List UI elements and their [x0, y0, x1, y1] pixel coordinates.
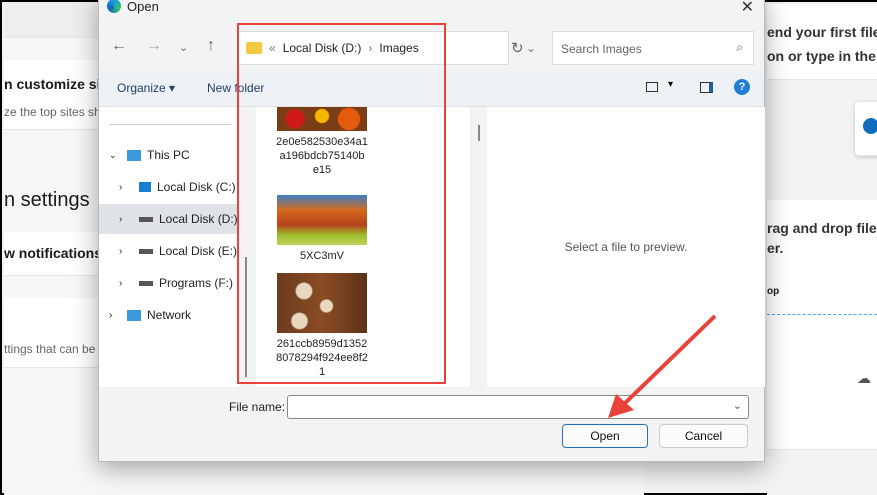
- section-title: n settings: [4, 189, 90, 211]
- preview-pane-icon[interactable]: [700, 82, 713, 93]
- file-name-dropdown-icon[interactable]: ⌄: [733, 399, 742, 412]
- tree-label: Local Disk (D:): [159, 212, 238, 226]
- cancel-button[interactable]: Cancel: [659, 424, 748, 448]
- network-icon: [127, 309, 141, 321]
- text: er.: [767, 240, 784, 256]
- organize-label: Organize: [117, 81, 166, 95]
- drive-icon: [139, 280, 153, 286]
- navigation-tree: ⌄ This PC › Local Disk (C:) › Local Disk (D…: [99, 107, 247, 387]
- divider: [109, 124, 231, 125]
- right-panel: end your first file on or type in the ra…: [767, 4, 877, 495]
- view-icon[interactable]: [646, 82, 658, 92]
- card: [767, 4, 877, 80]
- description: ze the top sites sho: [4, 105, 108, 119]
- tree-item-local-disk-e[interactable]: › Local Disk (E:): [99, 236, 239, 266]
- open-button[interactable]: Open: [562, 424, 648, 448]
- tree-item-network[interactable]: › Network: [99, 300, 239, 330]
- close-icon[interactable]: ✕: [741, 0, 754, 17]
- file-list-scrollbar[interactable]: [478, 125, 480, 141]
- notifications-label[interactable]: w notifications: [4, 245, 102, 261]
- plus-icon: [863, 118, 877, 134]
- forward-icon[interactable]: →: [146, 37, 162, 55]
- tree-label: Local Disk (E:): [159, 244, 238, 258]
- annotation-highlight-box: [237, 23, 446, 384]
- add-card[interactable]: [855, 102, 877, 156]
- search-input[interactable]: Search Images ⌕: [552, 31, 754, 65]
- search-placeholder: Search Images: [561, 42, 642, 56]
- recent-chevron-icon[interactable]: ⌄: [179, 41, 188, 54]
- up-icon[interactable]: ↑: [207, 37, 215, 55]
- address-dropdown-icon[interactable]: ⌄: [526, 41, 536, 55]
- tree-item-local-disk-c[interactable]: › Local Disk (C:): [99, 172, 239, 202]
- tree-item-this-pc[interactable]: ⌄ This PC: [99, 140, 239, 170]
- tree-label: This PC: [147, 148, 190, 162]
- tree-label: Network: [147, 308, 192, 322]
- windows-drive-icon: [139, 182, 151, 192]
- dialog-title: Open: [127, 0, 159, 14]
- description: ttings that can be: [4, 342, 96, 356]
- tree-item-programs-f[interactable]: › Programs (F:): [99, 268, 239, 298]
- drive-icon: [139, 216, 153, 222]
- drive-icon: [139, 248, 153, 254]
- arrow-shaft: [620, 314, 717, 408]
- refresh-icon[interactable]: ↻: [511, 39, 524, 57]
- tree-label: Local Disk (C:): [157, 180, 236, 194]
- text: end your first file: [767, 24, 877, 40]
- text: rag and drop file: [767, 220, 877, 236]
- pc-icon: [127, 149, 141, 161]
- cloud-upload-icon[interactable]: ☁: [857, 370, 871, 387]
- organize-button[interactable]: Organize ▾: [117, 81, 175, 95]
- annotation-arrow: [608, 314, 717, 418]
- text: op: [767, 286, 780, 297]
- text: on or type in the: [767, 48, 876, 64]
- help-icon[interactable]: ?: [734, 79, 750, 95]
- card: [767, 200, 877, 450]
- file-name-label: File name:: [229, 400, 286, 414]
- tree-label: Programs (F:): [159, 276, 234, 290]
- edge-icon: [107, 0, 121, 13]
- back-icon[interactable]: ←: [111, 37, 127, 55]
- preview-text: Select a file to preview.: [564, 240, 688, 254]
- drop-zone-border: [767, 314, 877, 315]
- search-icon: ⌕: [736, 40, 743, 54]
- view-dropdown-icon[interactable]: ▾: [668, 79, 673, 90]
- tree-item-local-disk-d[interactable]: › Local Disk (D:): [99, 204, 239, 234]
